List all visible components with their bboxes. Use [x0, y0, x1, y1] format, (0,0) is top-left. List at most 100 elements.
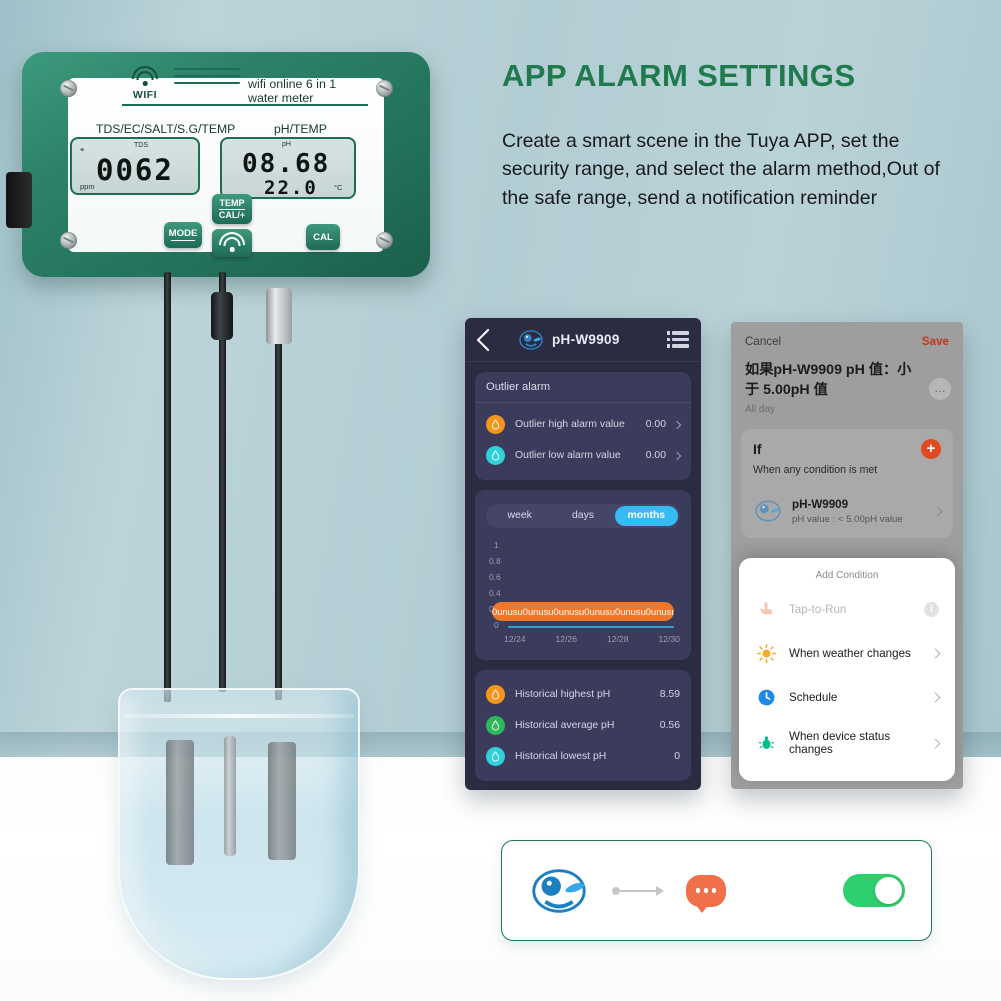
ph-history-chart: 1 0.8 0.6 0.4 0.2 0 0unusu0unusu0unusu0u… [486, 540, 680, 648]
chart-series-line [508, 626, 674, 629]
info-icon[interactable]: i [924, 601, 939, 617]
if-label: If [753, 441, 762, 457]
wifi-icon [122, 66, 168, 88]
chevron-right-icon [672, 420, 682, 429]
outlier-low-row[interactable]: Outlier low alarm value 0.00 [486, 440, 682, 471]
historical-highest-label: Historical highest pH [515, 689, 611, 700]
cable-connector-center [211, 292, 233, 340]
fish-logo-icon [519, 329, 543, 350]
device-status-icon [755, 732, 777, 754]
tap-to-run-icon [755, 598, 777, 620]
chart-x-axis: 12/24 12/26 12/28 12/30 [504, 634, 680, 644]
divider [475, 402, 691, 403]
device-side-connector [6, 172, 32, 228]
outlier-alarm-title: Outlier alarm [486, 381, 551, 393]
bnc-connector-right [266, 288, 292, 344]
chart-annotation-tooltip: 0unusu0unusu0unusu0unusu0unusu0unusu0unu… [492, 602, 674, 621]
fish-logo-icon [532, 868, 586, 913]
temp-cal-line1: TEMP [219, 197, 245, 208]
phone1-header: pH-W9909 [465, 318, 701, 362]
chevron-right-icon [932, 506, 943, 516]
outlier-high-label: Outlier high alarm value [515, 419, 625, 430]
wifi-badge: WIFI [122, 66, 168, 101]
sheet-item-label: Tap-to-Run [789, 602, 847, 616]
scene-title: 如果pH-W9909 pH 值：小于 5.00pH 值 [745, 362, 912, 398]
historical-average-label: Historical average pH [515, 720, 615, 731]
probe-temp [224, 736, 236, 856]
page-title: APP ALARM SETTINGS [502, 58, 856, 93]
screw-top-right [376, 80, 393, 97]
y-tick-0-6: 0.6 [489, 572, 501, 582]
historical-average-value: 0.56 [659, 720, 680, 731]
save-button[interactable]: Save [922, 335, 949, 348]
condition-note[interactable]: When any condition is met [753, 464, 941, 476]
tab-months[interactable]: months [614, 506, 678, 526]
x-tick-1: 12/26 [555, 634, 577, 644]
tab-week[interactable]: week [488, 506, 551, 526]
droplet-icon [486, 415, 505, 434]
temp-cal-line2: CAL/+ [218, 208, 246, 220]
condition-device-row[interactable]: pH-W9909 pH value : < 5.00pH value [753, 496, 943, 526]
fish-logo-icon [755, 500, 781, 522]
lcd-right-temp-unit: °C [334, 183, 343, 192]
chevron-right-icon [930, 648, 941, 658]
cal-button[interactable]: CAL [306, 224, 340, 250]
device-wifi-header: WIFI wifi online 6 in 1 water meter [108, 66, 368, 108]
back-chevron-icon[interactable] [476, 328, 500, 351]
decor-lines [174, 68, 240, 89]
water-meter-device: WIFI wifi online 6 in 1 water meter TDS/… [6, 52, 430, 277]
mode-button[interactable]: MODE [164, 222, 202, 248]
condition-device-name: pH-W9909 [792, 497, 849, 511]
condition-device-detail: pH value : < 5.00pH value [792, 513, 903, 525]
lcd-right-unit-top: pH [282, 141, 291, 148]
add-condition-button[interactable]: + [921, 439, 941, 459]
list-menu-icon[interactable] [667, 331, 689, 349]
lcd-right-ph-value: 08.68 [242, 149, 331, 179]
droplet-icon [486, 716, 505, 735]
outlier-high-row[interactable]: Outlier high alarm value 0.00 [486, 409, 682, 440]
lcd-right-temp-value: 22.0 [264, 177, 318, 199]
tab-days[interactable]: days [551, 506, 614, 526]
chevron-right-icon [672, 451, 682, 460]
sun-icon [755, 642, 777, 664]
historical-lowest-label: Historical lowest pH [515, 751, 607, 762]
outlier-low-label: Outlier low alarm value [515, 450, 621, 461]
wifi-badge-label: WIFI [132, 89, 158, 101]
historical-highest-row: Historical highest pH 8.59 [486, 679, 680, 710]
droplet-icon [486, 446, 505, 465]
mode-button-label: MODE [168, 227, 198, 239]
screw-top-left [60, 80, 77, 97]
y-tick-1: 1 [494, 540, 499, 550]
phone-screenshot-device-detail: pH-W9909 Outlier alarm Outlier high alar… [465, 318, 701, 790]
right-sensor-label: pH/TEMP [274, 122, 327, 136]
probe-cable-right [275, 300, 282, 700]
clock-icon [755, 686, 777, 708]
cal-button-label: CAL [313, 231, 333, 243]
probe-ph [268, 742, 296, 860]
y-tick-0-4: 0.4 [489, 588, 501, 598]
screw-bottom-right [376, 232, 393, 249]
sheet-item-weather[interactable]: When weather changes [739, 631, 955, 675]
outlier-high-value: 0.00 [645, 419, 666, 430]
temp-cal-button[interactable]: TEMP CAL/+ [212, 194, 252, 224]
range-tab-group[interactable]: week days months [486, 504, 680, 528]
automation-toggle[interactable] [843, 874, 905, 907]
historical-lowest-row: Historical lowest pH 0 [486, 741, 680, 772]
probe-tds [166, 740, 194, 865]
phone2-header: Cancel Save [731, 322, 963, 348]
if-condition-card: If + When any condition is met pH-W9909 … [741, 429, 953, 538]
cancel-button[interactable]: Cancel [745, 335, 781, 348]
more-options-icon[interactable]: … [929, 378, 951, 400]
screw-bottom-left [60, 232, 77, 249]
device-tagline: wifi online 6 in 1 water meter [248, 77, 337, 105]
historical-lowest-value: 0 [674, 751, 680, 762]
wifi-button[interactable] [212, 229, 252, 257]
automation-summary-card [501, 840, 932, 941]
chevron-right-icon [930, 692, 941, 702]
decor-underline [122, 104, 368, 107]
sheet-item-schedule[interactable]: Schedule [739, 675, 955, 719]
sheet-item-tap-to-run[interactable]: Tap-to-Run i [739, 587, 955, 631]
sheet-item-device-status[interactable]: When device status changes [739, 719, 955, 767]
toggle-knob [875, 877, 902, 904]
historical-stats-card: Historical highest pH 8.59 Historical av… [475, 670, 691, 781]
